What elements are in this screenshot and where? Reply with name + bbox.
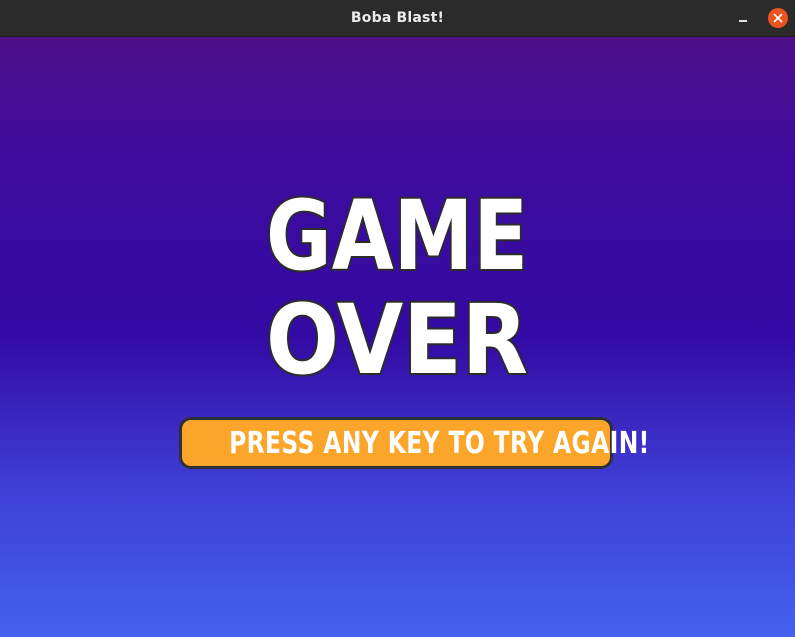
close-button[interactable] (768, 8, 788, 28)
minimize-button[interactable] (732, 8, 754, 30)
minimize-icon (739, 20, 747, 22)
game-over-headline: GAME OVER (264, 178, 530, 382)
headline-line-over: OVER (266, 284, 528, 382)
game-canvas[interactable]: GAME OVER PRESS ANY KEY TO TRY AGAIN! (0, 37, 795, 637)
window-title: Boba Blast! (350, 10, 445, 26)
try-again-banner[interactable]: PRESS ANY KEY TO TRY AGAIN! (179, 417, 650, 469)
headline-line-game: GAME (266, 180, 528, 292)
title-bar[interactable]: Boba Blast! (0, 0, 795, 37)
try-again-label: PRESS ANY KEY TO TRY AGAIN! (229, 426, 650, 461)
game-window: Boba Blast! GAME OVER PRESS ANY KEY TO T… (0, 0, 795, 637)
close-icon (773, 13, 783, 23)
